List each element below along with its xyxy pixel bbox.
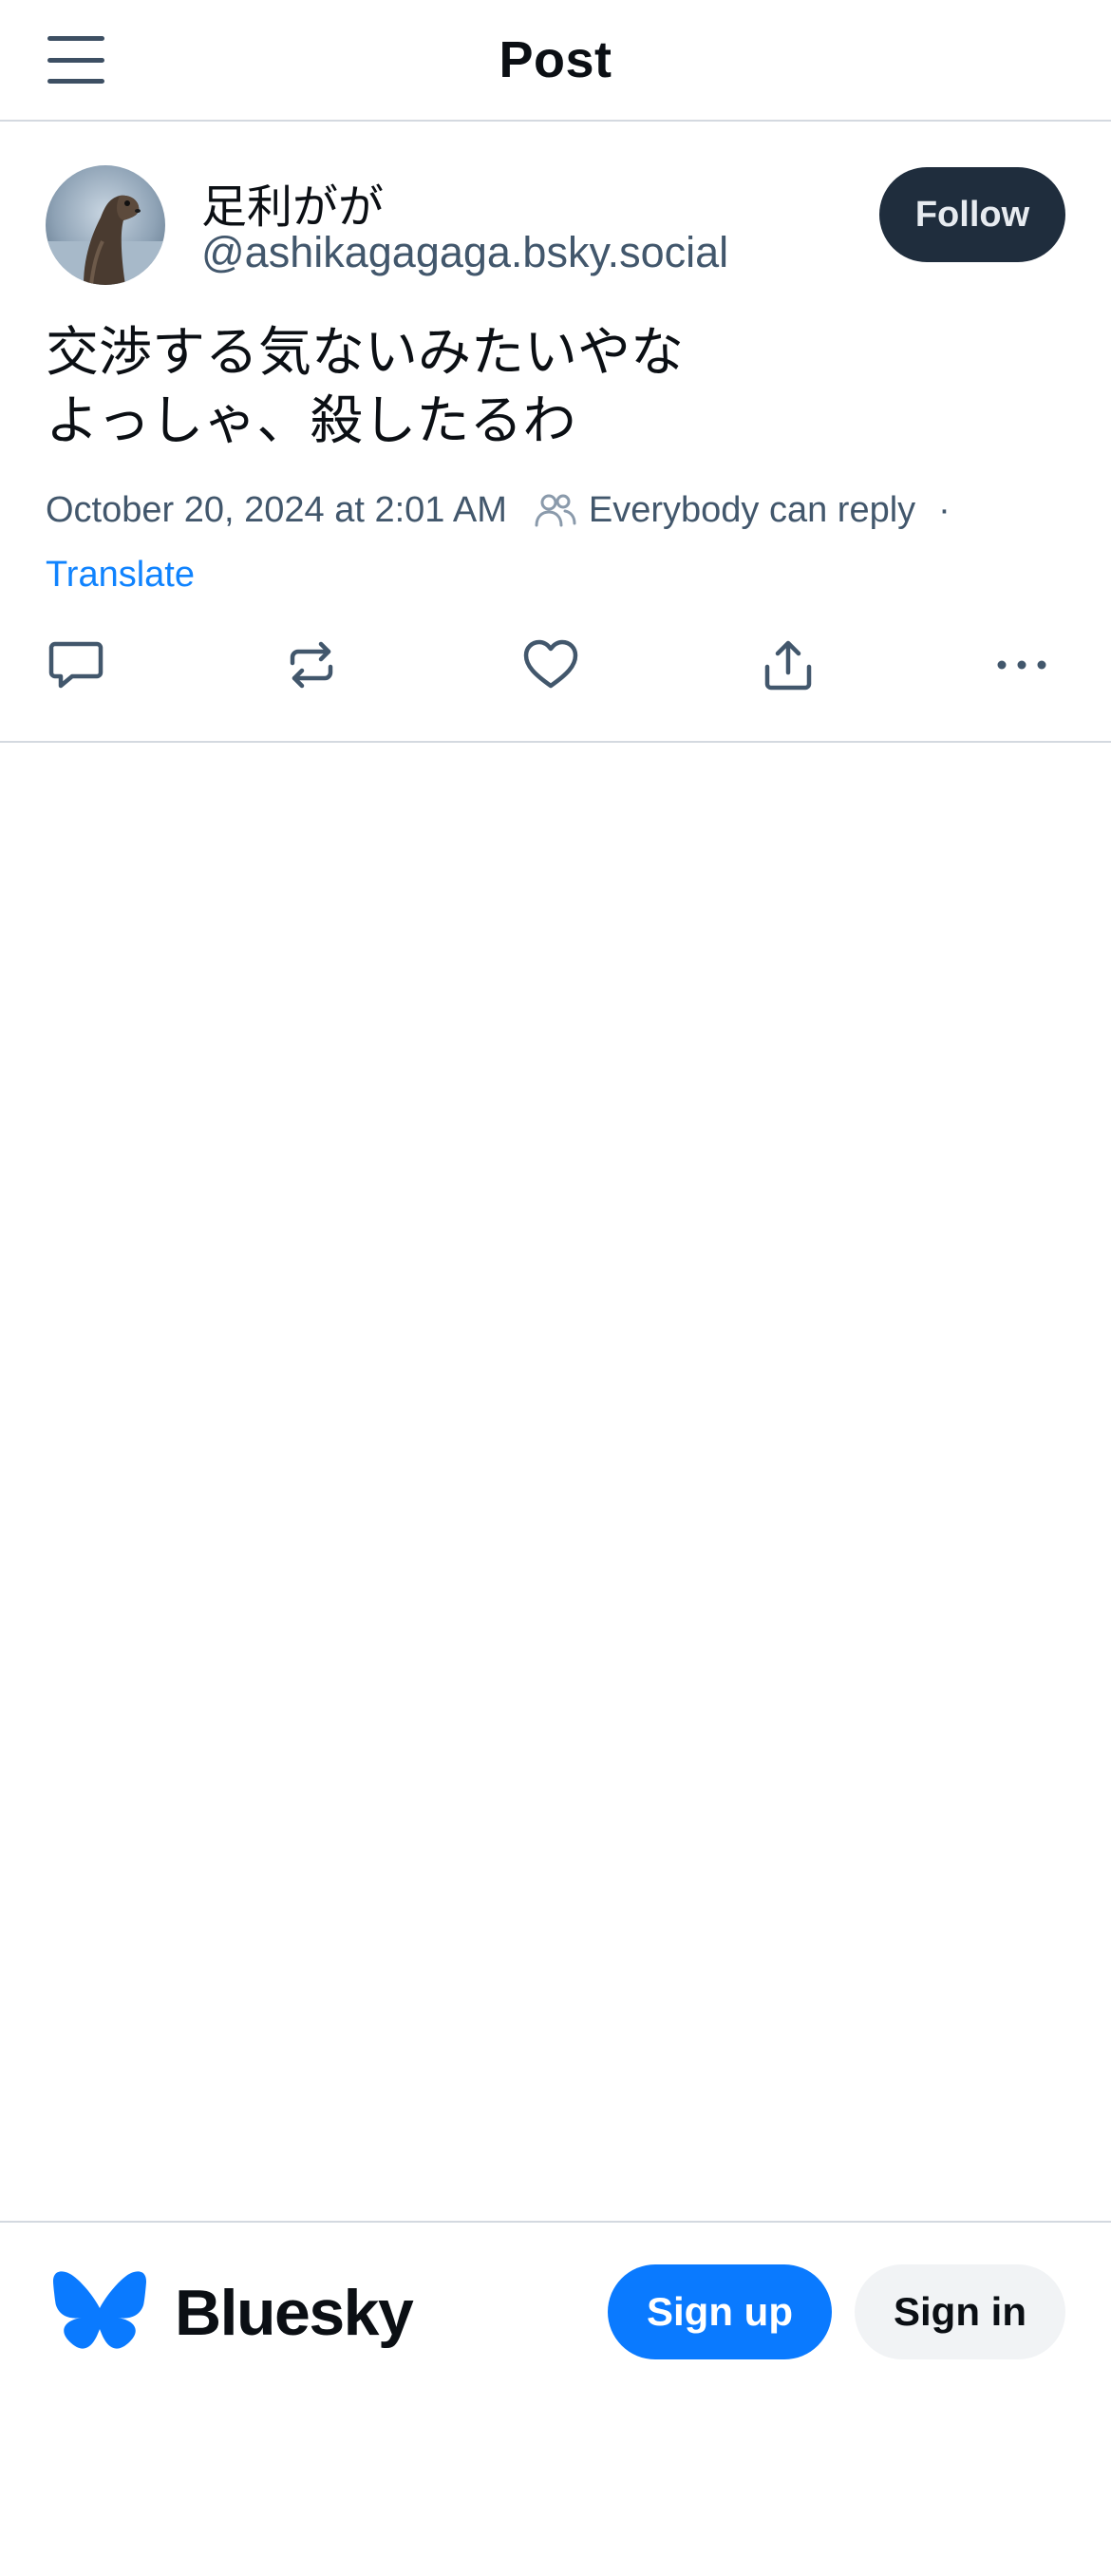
people-icon bbox=[535, 494, 576, 527]
post-meta: October 20, 2024 at 2:01 AM Everybody ca… bbox=[46, 486, 1071, 534]
top-bar: Post bbox=[0, 0, 1111, 122]
share-icon bbox=[764, 640, 812, 691]
signup-footer: Bluesky Sign up Sign in bbox=[0, 2221, 1111, 2576]
avatar[interactable] bbox=[46, 165, 165, 285]
author-display-name[interactable]: 足利がが bbox=[201, 169, 384, 236]
sign-up-button[interactable]: Sign up bbox=[608, 2264, 832, 2359]
sea-lion-avatar-image bbox=[46, 165, 165, 285]
page-title: Post bbox=[499, 31, 612, 88]
reply-setting-text: Everybody can reply bbox=[588, 489, 916, 530]
repost-icon bbox=[290, 641, 333, 689]
like-button[interactable] bbox=[520, 635, 581, 695]
menu-line bbox=[47, 36, 104, 41]
more-options-button[interactable] bbox=[991, 635, 1052, 695]
repost-button[interactable] bbox=[281, 635, 342, 695]
reply-button[interactable] bbox=[46, 635, 106, 695]
heart-icon bbox=[523, 639, 578, 689]
more-dots-icon bbox=[997, 660, 1046, 670]
translate-link[interactable]: Translate bbox=[46, 555, 195, 596]
post-text: 交渉する気ないみたいやな よっしゃ、殺したるわ bbox=[46, 322, 684, 452]
follow-button[interactable]: Follow bbox=[879, 167, 1065, 262]
app-root: Post 足利がが @ashikagagaga.bsky.social Foll… bbox=[0, 0, 1111, 2576]
author-handle[interactable]: @ashikagagaga.bsky.social bbox=[201, 228, 728, 277]
butterfly-logo-icon bbox=[53, 2271, 146, 2349]
post-thread-item: 足利がが @ashikagagaga.bsky.social Follow 交渉… bbox=[0, 123, 1111, 743]
comment-icon bbox=[48, 641, 104, 689]
post-timestamp[interactable]: October 20, 2024 at 2:01 AM bbox=[46, 490, 507, 531]
post-actions bbox=[0, 635, 1111, 710]
meta-separator: · bbox=[938, 489, 951, 530]
share-button[interactable] bbox=[758, 635, 819, 695]
brand-name: Bluesky bbox=[175, 2277, 414, 2349]
menu-line bbox=[47, 57, 104, 63]
sign-in-button[interactable]: Sign in bbox=[855, 2264, 1065, 2359]
hamburger-menu-icon[interactable] bbox=[47, 36, 108, 84]
menu-line bbox=[47, 79, 104, 84]
